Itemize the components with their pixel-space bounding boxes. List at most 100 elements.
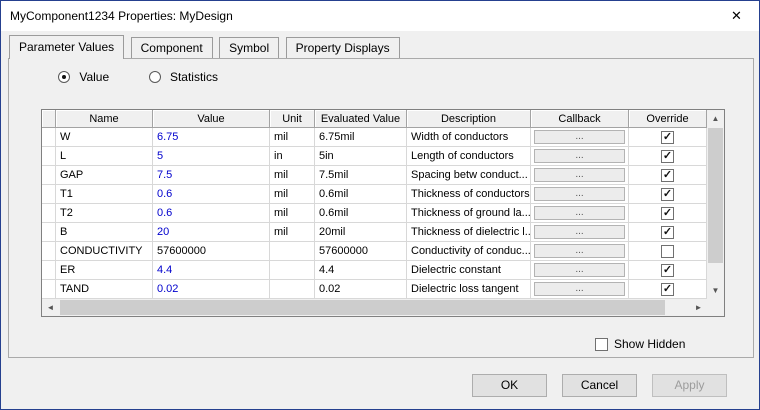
show-hidden-checkbox-icon[interactable] — [595, 337, 608, 351]
cell-unit[interactable] — [270, 280, 315, 299]
cell-name[interactable]: GAP — [56, 166, 153, 185]
row-selector[interactable] — [42, 242, 56, 261]
override-checkbox-icon[interactable]: ✓ — [661, 225, 674, 239]
cell-value[interactable]: 4.4 — [153, 261, 270, 280]
cell-unit[interactable]: mil — [270, 185, 315, 204]
cell-description[interactable]: Spacing betw conduct... — [407, 166, 531, 185]
radio-unselected-icon — [148, 71, 161, 83]
cell-unit[interactable]: mil — [270, 128, 315, 147]
cell-evaluated-value[interactable]: 4.4 — [315, 261, 407, 280]
cell-unit[interactable]: mil — [270, 166, 315, 185]
row-selector[interactable] — [42, 261, 56, 280]
override-checkbox-icon[interactable]: ✓ — [661, 206, 674, 220]
cell-value[interactable]: 57600000 — [153, 242, 270, 261]
cell-value[interactable]: 20 — [153, 223, 270, 242]
cell-description[interactable]: Conductivity of conduc... — [407, 242, 531, 261]
row-selector[interactable] — [42, 185, 56, 204]
cell-name[interactable]: T1 — [56, 185, 153, 204]
cell-description[interactable]: Thickness of conductors — [407, 185, 531, 204]
row-selector[interactable] — [42, 128, 56, 147]
callback-button[interactable]: ... — [534, 244, 625, 258]
cell-evaluated-value[interactable]: 0.02 — [315, 280, 407, 299]
cell-name[interactable]: L — [56, 147, 153, 166]
radio-statistics[interactable]: Statistics — [148, 70, 218, 84]
scroll-left-arrow-icon[interactable]: ◄ — [42, 299, 59, 316]
cell-value[interactable]: 0.6 — [153, 204, 270, 223]
column-header-unit[interactable]: Unit — [270, 110, 315, 128]
radio-value[interactable]: Value — [58, 70, 109, 84]
cell-evaluated-value[interactable]: 0.6mil — [315, 204, 407, 223]
cell-name[interactable]: TAND — [56, 280, 153, 299]
column-header-override[interactable]: Override — [629, 110, 707, 128]
column-header-callback[interactable]: Callback — [531, 110, 629, 128]
row-selector[interactable] — [42, 166, 56, 185]
cell-name[interactable]: W — [56, 128, 153, 147]
row-selector[interactable] — [42, 223, 56, 242]
row-selector[interactable] — [42, 147, 56, 166]
scroll-down-arrow-icon[interactable]: ▼ — [707, 282, 724, 299]
override-checkbox-icon[interactable] — [661, 244, 674, 258]
cell-evaluated-value[interactable]: 57600000 — [315, 242, 407, 261]
cell-unit[interactable]: in — [270, 147, 315, 166]
cell-value[interactable]: 5 — [153, 147, 270, 166]
tab-parameter-values[interactable]: Parameter Values — [9, 35, 125, 59]
tab-symbol[interactable]: Symbol — [219, 37, 280, 58]
cell-unit[interactable]: mil — [270, 204, 315, 223]
cell-name[interactable]: ER — [56, 261, 153, 280]
cell-unit[interactable] — [270, 242, 315, 261]
cell-value[interactable]: 0.02 — [153, 280, 270, 299]
ok-button[interactable]: OK — [472, 374, 547, 397]
cell-evaluated-value[interactable]: 20mil — [315, 223, 407, 242]
horizontal-scrollbar[interactable]: ◄ ► — [42, 299, 707, 316]
cell-evaluated-value[interactable]: 0.6mil — [315, 185, 407, 204]
scroll-up-arrow-icon[interactable]: ▲ — [707, 110, 724, 127]
callback-button[interactable]: ... — [534, 206, 625, 220]
callback-button[interactable]: ... — [534, 282, 625, 296]
row-selector[interactable] — [42, 204, 56, 223]
callback-button[interactable]: ... — [534, 225, 625, 239]
cell-value[interactable]: 6.75 — [153, 128, 270, 147]
apply-button[interactable]: Apply — [652, 374, 727, 397]
row-selector[interactable] — [42, 280, 56, 299]
override-checkbox-icon[interactable]: ✓ — [661, 149, 674, 163]
override-checkbox-icon[interactable]: ✓ — [661, 168, 674, 182]
tab-component[interactable]: Component — [130, 37, 213, 58]
cell-evaluated-value[interactable]: 5in — [315, 147, 407, 166]
show-hidden-option[interactable]: Show Hidden — [595, 337, 685, 351]
cell-unit[interactable] — [270, 261, 315, 280]
cell-evaluated-value[interactable]: 6.75mil — [315, 128, 407, 147]
cell-evaluated-value[interactable]: 7.5mil — [315, 166, 407, 185]
cell-name[interactable]: B — [56, 223, 153, 242]
callback-button[interactable]: ... — [534, 263, 625, 277]
vertical-scrollbar-thumb[interactable] — [708, 128, 723, 263]
column-header-description[interactable]: Description — [407, 110, 531, 128]
cell-description[interactable]: Thickness of ground la... — [407, 204, 531, 223]
override-checkbox-icon[interactable]: ✓ — [661, 187, 674, 201]
cell-name[interactable]: CONDUCTIVITY — [56, 242, 153, 261]
cell-name[interactable]: T2 — [56, 204, 153, 223]
horizontal-scrollbar-thumb[interactable] — [60, 300, 665, 315]
close-button[interactable]: ✕ — [714, 2, 759, 31]
cell-description[interactable]: Length of conductors — [407, 147, 531, 166]
override-checkbox-icon[interactable]: ✓ — [661, 263, 674, 277]
cell-description[interactable]: Thickness of dielectric l... — [407, 223, 531, 242]
cancel-button[interactable]: Cancel — [562, 374, 637, 397]
callback-button[interactable]: ... — [534, 130, 625, 144]
cell-description[interactable]: Dielectric constant — [407, 261, 531, 280]
vertical-scrollbar[interactable]: ▲ ▼ — [707, 110, 724, 299]
cell-unit[interactable]: mil — [270, 223, 315, 242]
cell-value[interactable]: 7.5 — [153, 166, 270, 185]
callback-button[interactable]: ... — [534, 187, 625, 201]
override-checkbox-icon[interactable]: ✓ — [661, 282, 674, 296]
column-header-value[interactable]: Value — [153, 110, 270, 128]
column-header-name[interactable]: Name — [56, 110, 153, 128]
cell-description[interactable]: Dielectric loss tangent — [407, 280, 531, 299]
override-checkbox-icon[interactable]: ✓ — [661, 130, 674, 144]
callback-button[interactable]: ... — [534, 149, 625, 163]
callback-button[interactable]: ... — [534, 168, 625, 182]
cell-value[interactable]: 0.6 — [153, 185, 270, 204]
scroll-right-arrow-icon[interactable]: ► — [690, 299, 707, 316]
cell-description[interactable]: Width of conductors — [407, 128, 531, 147]
tab-property-displays[interactable]: Property Displays — [285, 37, 400, 58]
column-header-evaluated-value[interactable]: Evaluated Value — [315, 110, 407, 128]
